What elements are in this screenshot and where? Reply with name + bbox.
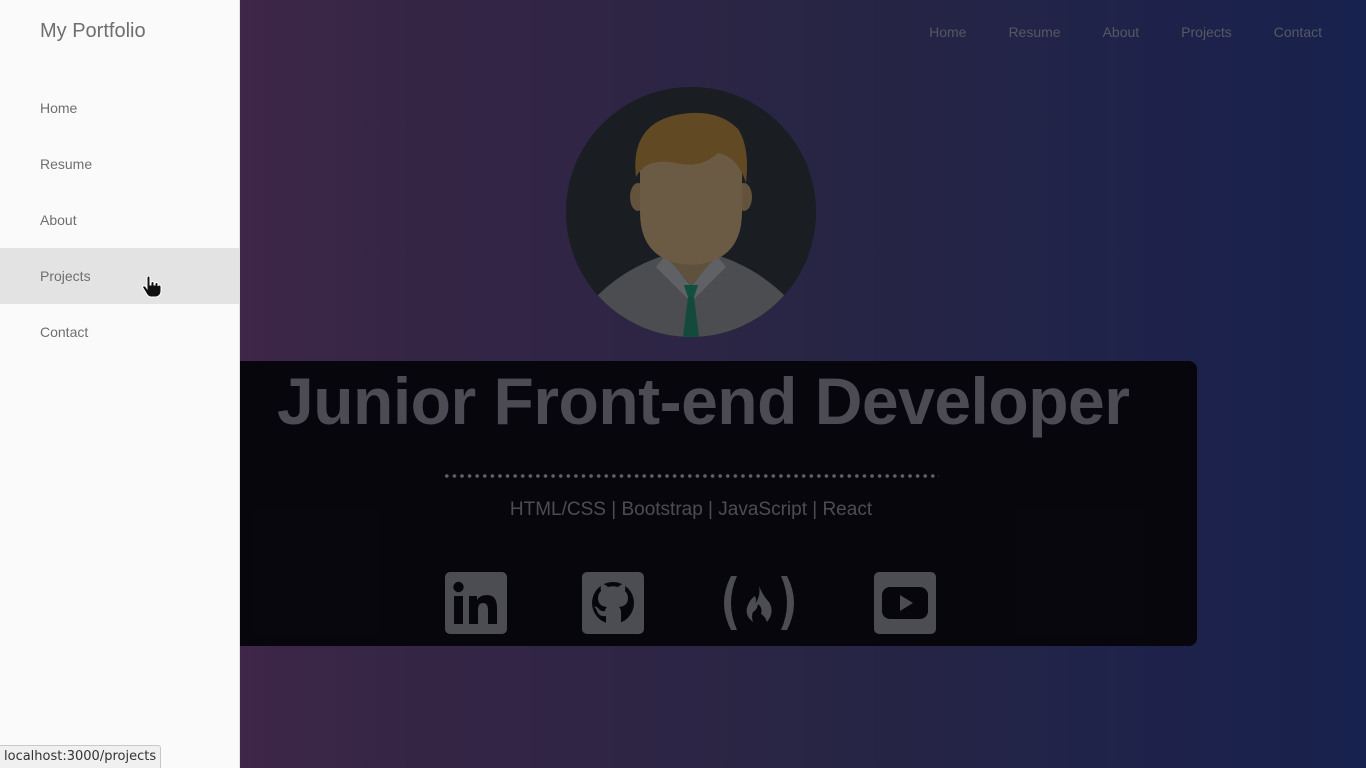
drawer-item-about[interactable]: About [0, 192, 239, 248]
drawer-menu: Home Resume About Projects Contact [0, 80, 239, 360]
drawer-item-home[interactable]: Home [0, 80, 239, 136]
drawer-item-projects[interactable]: Projects [0, 248, 239, 304]
hand-pointer-icon [141, 275, 163, 303]
drawer-title: My Portfolio [40, 20, 146, 42]
drawer-item-resume[interactable]: Resume [0, 136, 239, 192]
side-drawer: My Portfolio Home Resume About Projects … [0, 0, 240, 768]
drawer-item-contact[interactable]: Contact [0, 304, 239, 360]
status-bar-url: localhost:3000/projects [0, 745, 162, 768]
